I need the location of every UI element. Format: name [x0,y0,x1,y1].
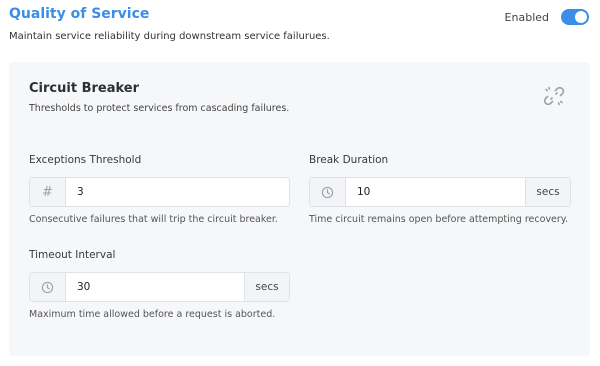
page-description: Maintain service reliability during down… [9,31,330,42]
break-duration-input-group: 10 secs [309,177,571,207]
timeout-interval-input-group: 30 secs [29,272,290,302]
enabled-toggle-group: Enabled [505,9,589,25]
exceptions-threshold-label: Exceptions Threshold [29,154,142,166]
clock-icon [30,273,66,301]
page-title: Quality of Service [9,6,150,22]
timeout-interval-field: Timeout Interval 30 secs Maximum time al… [29,249,290,320]
break-duration-input[interactable]: 10 [346,178,525,206]
hash-icon: # [30,178,66,206]
break-duration-unit: secs [525,178,570,206]
break-duration-help: Time circuit remains open before attempt… [309,214,569,225]
timeout-interval-unit: secs [244,273,289,301]
timeout-interval-label: Timeout Interval [29,249,116,261]
break-duration-field: Break Duration 10 secs Time circuit rema… [309,154,571,225]
qos-header: Quality of Service Maintain service reli… [9,6,589,42]
exceptions-threshold-help: Consecutive failures that will trip the … [29,214,278,225]
timeout-interval-input[interactable]: 30 [66,273,244,301]
enabled-label: Enabled [504,10,549,24]
broken-link-icon [543,86,565,106]
card-description: Thresholds to protect services from casc… [29,103,290,114]
circuit-breaker-card: Circuit Breaker Thresholds to protect se… [9,62,590,356]
toggle-knob [575,11,587,23]
enabled-toggle[interactable] [561,9,589,25]
exceptions-threshold-input-group: # 3 [29,177,290,207]
clock-icon [310,178,346,206]
exceptions-threshold-input[interactable]: 3 [66,178,289,206]
exceptions-threshold-field: Exceptions Threshold # 3 Consecutive fai… [29,154,290,225]
card-title: Circuit Breaker [29,81,139,96]
timeout-interval-help: Maximum time allowed before a request is… [29,309,276,320]
break-duration-label: Break Duration [309,154,389,166]
